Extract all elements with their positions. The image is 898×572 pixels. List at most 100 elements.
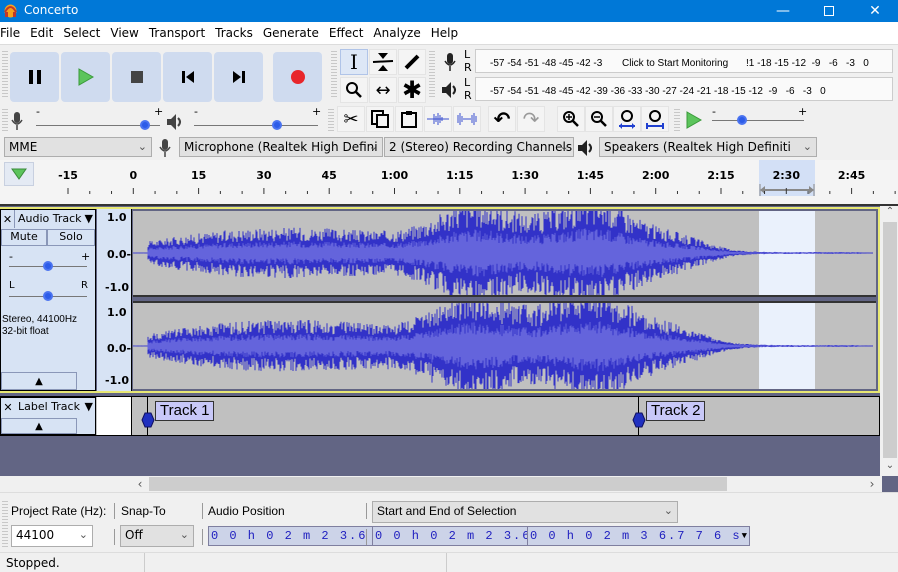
dropdown-triangle-icon[interactable]: ▼ (742, 531, 747, 541)
gain-slider[interactable]: - + (9, 250, 90, 272)
play-at-speed-slider[interactable]: - + (712, 105, 807, 131)
copy-button[interactable] (366, 106, 394, 132)
maximize-button[interactable] (806, 0, 852, 22)
recording-channels-select[interactable]: 2 (Stereo) Recording Channels ⌄ (384, 137, 574, 157)
speaker-icon (442, 82, 456, 98)
zoom-out-icon (591, 111, 607, 127)
silence-audio-button[interactable] (453, 106, 481, 132)
pan-slider[interactable]: L R (9, 280, 89, 302)
playback-device-select[interactable]: Speakers (Realtek High Definiti ⌄ (599, 137, 817, 157)
tools-toolbar-grip[interactable] (331, 49, 337, 99)
envelope-tool-button[interactable] (369, 49, 397, 75)
close-label-track-button[interactable]: ✕ (1, 398, 15, 416)
trim-audio-button[interactable] (424, 106, 452, 132)
snap-to-select[interactable]: Off ⌄ (120, 525, 194, 547)
waveform-left-channel[interactable] (133, 211, 876, 295)
label-1-handle-icon[interactable] (141, 412, 155, 428)
selection-toolbar-grip[interactable] (2, 499, 8, 547)
menu-tracks[interactable]: Tracks (210, 26, 258, 40)
time-shift-tool-button[interactable]: ↔ (369, 77, 397, 103)
project-rate-select[interactable]: 44100 ⌄ (11, 525, 93, 547)
label-track-1[interactable]: Track 1 (155, 401, 215, 421)
start-monitoring-prompt[interactable]: Click to Start Monitoring (622, 58, 728, 69)
waveform-right-channel[interactable] (133, 303, 876, 389)
record-volume-slider[interactable]: - + (36, 105, 163, 131)
play-at-speed-grip[interactable] (674, 107, 680, 133)
menu-generate[interactable]: Generate (258, 26, 324, 40)
redo-button[interactable]: ↷ (517, 106, 545, 132)
amplitude-scale[interactable]: 1.0 0.0- -1.0 1.0 0.0- -1.0 (97, 209, 132, 391)
audio-position-label: Audio Position (208, 504, 285, 518)
play-at-speed-button[interactable] (682, 108, 706, 132)
horizontal-scrollbar[interactable]: ‹ › (132, 476, 882, 492)
vertical-scroll-thumb[interactable] (883, 222, 897, 458)
label-2-handle-icon[interactable] (632, 412, 646, 428)
zoom-out-button[interactable] (585, 106, 613, 132)
record-meter-button[interactable] (437, 49, 463, 75)
playback-volume-slider[interactable]: - + (194, 105, 321, 131)
menu-view[interactable]: View (105, 26, 143, 40)
multi-tool-button[interactable]: ✱ (398, 77, 426, 103)
fit-project-button[interactable] (641, 106, 669, 132)
timeline-ruler[interactable]: -15 0 15 30 45 1:00 1:15 1:30 1:45 2:00 2:15 2:30 2:… (0, 160, 898, 206)
label-track-2[interactable]: Track 2 (646, 401, 706, 421)
skip-to-end-button[interactable] (214, 52, 263, 102)
solo-button[interactable]: Solo (47, 229, 95, 246)
collapse-label-track-button[interactable]: ▲ (1, 418, 77, 434)
mixer-toolbar-grip[interactable] (2, 107, 8, 133)
selection-end-time[interactable]: 0 0 h 0 2 m 3 6.7 7 6 s ▼ (527, 526, 751, 546)
gain-thumb[interactable] (43, 261, 53, 271)
close-track-button[interactable]: ✕ (1, 210, 15, 228)
scroll-left-button[interactable]: ‹ (132, 476, 148, 492)
status-separator (446, 553, 447, 572)
skip-to-start-icon (181, 71, 194, 83)
fit-selection-button[interactable] (613, 106, 641, 132)
status-bar: Stopped. (0, 552, 898, 572)
play-at-speed-thumb[interactable] (737, 115, 748, 125)
zoom-tool-button[interactable] (340, 77, 368, 103)
pan-thumb[interactable] (43, 291, 53, 301)
meter-toolbar-grip[interactable] (429, 49, 435, 99)
recording-device-select[interactable]: Microphone (Realtek High Defini ⌄ (179, 137, 383, 157)
playback-meter[interactable]: -57 -54 -51 -48 -45 -42 -39 -36 -33 -30 … (475, 77, 893, 101)
menu-analyze[interactable]: Analyze (368, 26, 425, 40)
selection-tool-button[interactable]: I (340, 49, 368, 75)
label-track-menu-button[interactable]: Label Track ▼ (16, 398, 95, 416)
audio-track-menu-button[interactable]: Audio Track ▼ (16, 210, 95, 228)
menu-transport[interactable]: Transport (144, 26, 210, 40)
playback-meter-button[interactable] (437, 77, 463, 103)
transport-toolbar-grip[interactable] (2, 49, 8, 99)
menu-effect[interactable]: Effect (324, 26, 369, 40)
menu-help[interactable]: Help (426, 26, 463, 40)
audio-host-select[interactable]: MME ⌄ (4, 137, 152, 157)
timeline-options-button[interactable] (4, 162, 34, 186)
vertical-scrollbar[interactable]: ⌃ ⌄ (882, 206, 898, 476)
paste-button[interactable] (395, 106, 423, 132)
menu-file[interactable]: File (0, 26, 25, 40)
edit-toolbar-grip[interactable] (328, 107, 334, 133)
record-button[interactable] (273, 52, 322, 102)
play-button[interactable] (61, 52, 110, 102)
playback-volume-thumb[interactable] (272, 120, 283, 130)
menu-edit[interactable]: Edit (25, 26, 58, 40)
collapse-track-button[interactable]: ▲ (1, 372, 77, 390)
stop-button[interactable] (112, 52, 161, 102)
clipboard-icon (401, 111, 417, 128)
record-meter[interactable]: -57 -54 -51 -48 -45 -42 -3 Click to Star… (475, 49, 893, 73)
pause-button[interactable] (10, 52, 59, 102)
selection-mode-select[interactable]: Start and End of Selection ⌄ (372, 501, 678, 523)
horizontal-scroll-thumb[interactable] (149, 477, 727, 491)
record-volume-thumb[interactable] (140, 120, 151, 130)
zoom-in-button[interactable] (557, 106, 585, 132)
minimize-button[interactable]: — (760, 0, 806, 22)
scroll-up-button[interactable]: ⌃ (882, 206, 898, 222)
mute-button[interactable]: Mute (1, 229, 47, 246)
scroll-right-button[interactable]: › (864, 476, 880, 492)
cut-button[interactable]: ✂ (337, 106, 365, 132)
menu-select[interactable]: Select (58, 26, 105, 40)
draw-tool-button[interactable] (398, 49, 426, 75)
close-button[interactable]: ✕ (852, 0, 898, 22)
undo-button[interactable]: ↶ (488, 106, 516, 132)
scroll-down-button[interactable]: ⌄ (882, 460, 898, 476)
skip-to-start-button[interactable] (163, 52, 212, 102)
